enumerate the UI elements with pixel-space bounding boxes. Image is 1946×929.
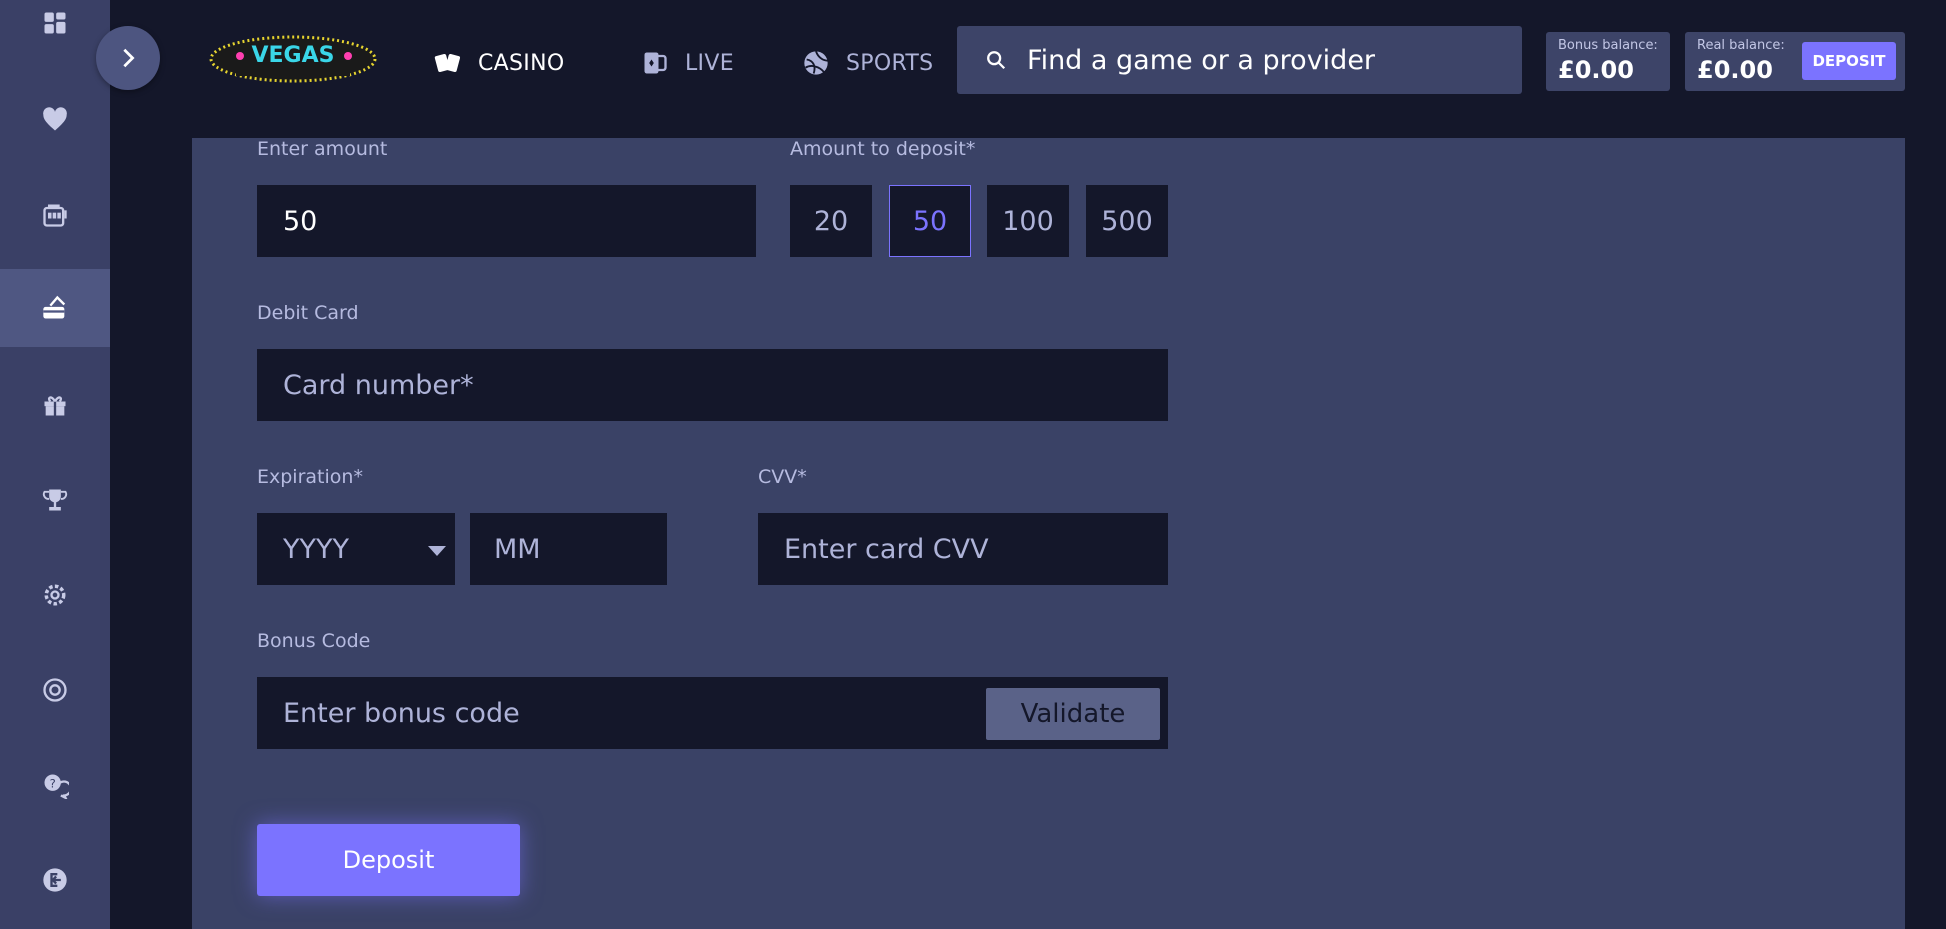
expiration-year-select[interactable]: YYYY: [257, 513, 455, 585]
amount-option-20[interactable]: 20: [790, 185, 872, 257]
month-placeholder: MM: [494, 533, 541, 565]
sidebar: ?: [0, 0, 110, 929]
sidebar-item-support[interactable]: [0, 651, 110, 729]
sidebar-toggle-button[interactable]: [96, 26, 160, 90]
slot-machine-icon: [43, 204, 67, 227]
brand-logo[interactable]: VEGAS: [208, 34, 378, 84]
bonus-balance-value: £0.00: [1558, 56, 1634, 84]
card-number-input[interactable]: Card number*: [257, 349, 1168, 421]
trophy-icon: [42, 489, 68, 511]
bonus-code-placeholder: Enter bonus code: [283, 697, 520, 729]
nav-casino-label: CASINO: [478, 50, 565, 76]
deposit-button[interactable]: Deposit: [257, 824, 520, 896]
cvv-input[interactable]: Enter card CVV: [758, 513, 1168, 585]
amount-option-500[interactable]: 500: [1086, 185, 1168, 257]
real-balance-value: £0.00: [1697, 56, 1773, 84]
sidebar-item-logout[interactable]: [0, 841, 110, 919]
bonus-balance: Bonus balance: £0.00: [1546, 32, 1670, 91]
chevron-down-icon: [428, 546, 446, 556]
search-icon: [987, 51, 1006, 70]
cvv-label: CVV*: [758, 466, 807, 488]
search-input[interactable]: Find a game or a provider: [1027, 45, 1375, 76]
chevron-right-icon: [123, 48, 135, 68]
nav-sports[interactable]: SPORTS: [802, 0, 933, 126]
gift-icon: [44, 396, 66, 416]
amount-input[interactable]: 50: [257, 185, 756, 257]
sidebar-item-cashier[interactable]: [0, 269, 110, 347]
logout-icon: [43, 868, 67, 892]
amount-option-100[interactable]: 100: [987, 185, 1069, 257]
amount-to-deposit-label: Amount to deposit*: [790, 138, 976, 160]
grid-icon: [44, 12, 66, 34]
sidebar-item-tournaments[interactable]: [0, 461, 110, 539]
header-deposit-button[interactable]: DEPOSIT: [1802, 42, 1896, 80]
sidebar-item-help[interactable]: ?: [0, 746, 110, 824]
debit-card-label: Debit Card: [257, 302, 359, 324]
bonus-balance-label: Bonus balance:: [1558, 38, 1658, 53]
sidebar-item-lobby[interactable]: [0, 0, 110, 62]
bonus-code-label: Bonus Code: [257, 630, 371, 652]
logo-image: VEGAS: [209, 35, 377, 83]
cashier-icon: [43, 295, 66, 319]
svg-text:?: ?: [50, 776, 56, 790]
settings-icon: [44, 584, 66, 606]
help-chat-icon: ?: [44, 774, 69, 799]
sidebar-item-settings[interactable]: [0, 556, 110, 634]
search-bar[interactable]: Find a game or a provider: [957, 26, 1522, 94]
ball-icon: [804, 50, 828, 75]
year-placeholder: YYYY: [283, 533, 349, 565]
sidebar-item-favourites[interactable]: [0, 81, 110, 159]
nav-live[interactable]: LIVE: [641, 0, 734, 126]
sidebar-item-promotions[interactable]: [0, 366, 110, 444]
support-icon: [43, 678, 67, 702]
svg-text:VEGAS: VEGAS: [252, 43, 335, 68]
validate-button[interactable]: Validate: [986, 688, 1160, 740]
cards-icon: [434, 53, 461, 73]
sidebar-item-slots[interactable]: [0, 176, 110, 254]
amount-option-50[interactable]: 50: [889, 185, 971, 257]
expiration-month-input[interactable]: MM: [470, 513, 667, 585]
amount-value: 50: [283, 205, 318, 237]
real-balance-label: Real balance:: [1697, 38, 1785, 53]
heart-icon: [43, 107, 67, 131]
expiration-label: Expiration*: [257, 466, 363, 488]
card-number-placeholder: Card number*: [283, 369, 474, 401]
nav-sports-label: SPORTS: [846, 50, 934, 76]
nav-casino[interactable]: CASINO: [434, 0, 564, 126]
nav-live-label: LIVE: [685, 50, 734, 76]
enter-amount-label: Enter amount: [257, 138, 388, 160]
live-cards-icon: [644, 52, 667, 74]
cvv-placeholder: Enter card CVV: [784, 533, 989, 565]
